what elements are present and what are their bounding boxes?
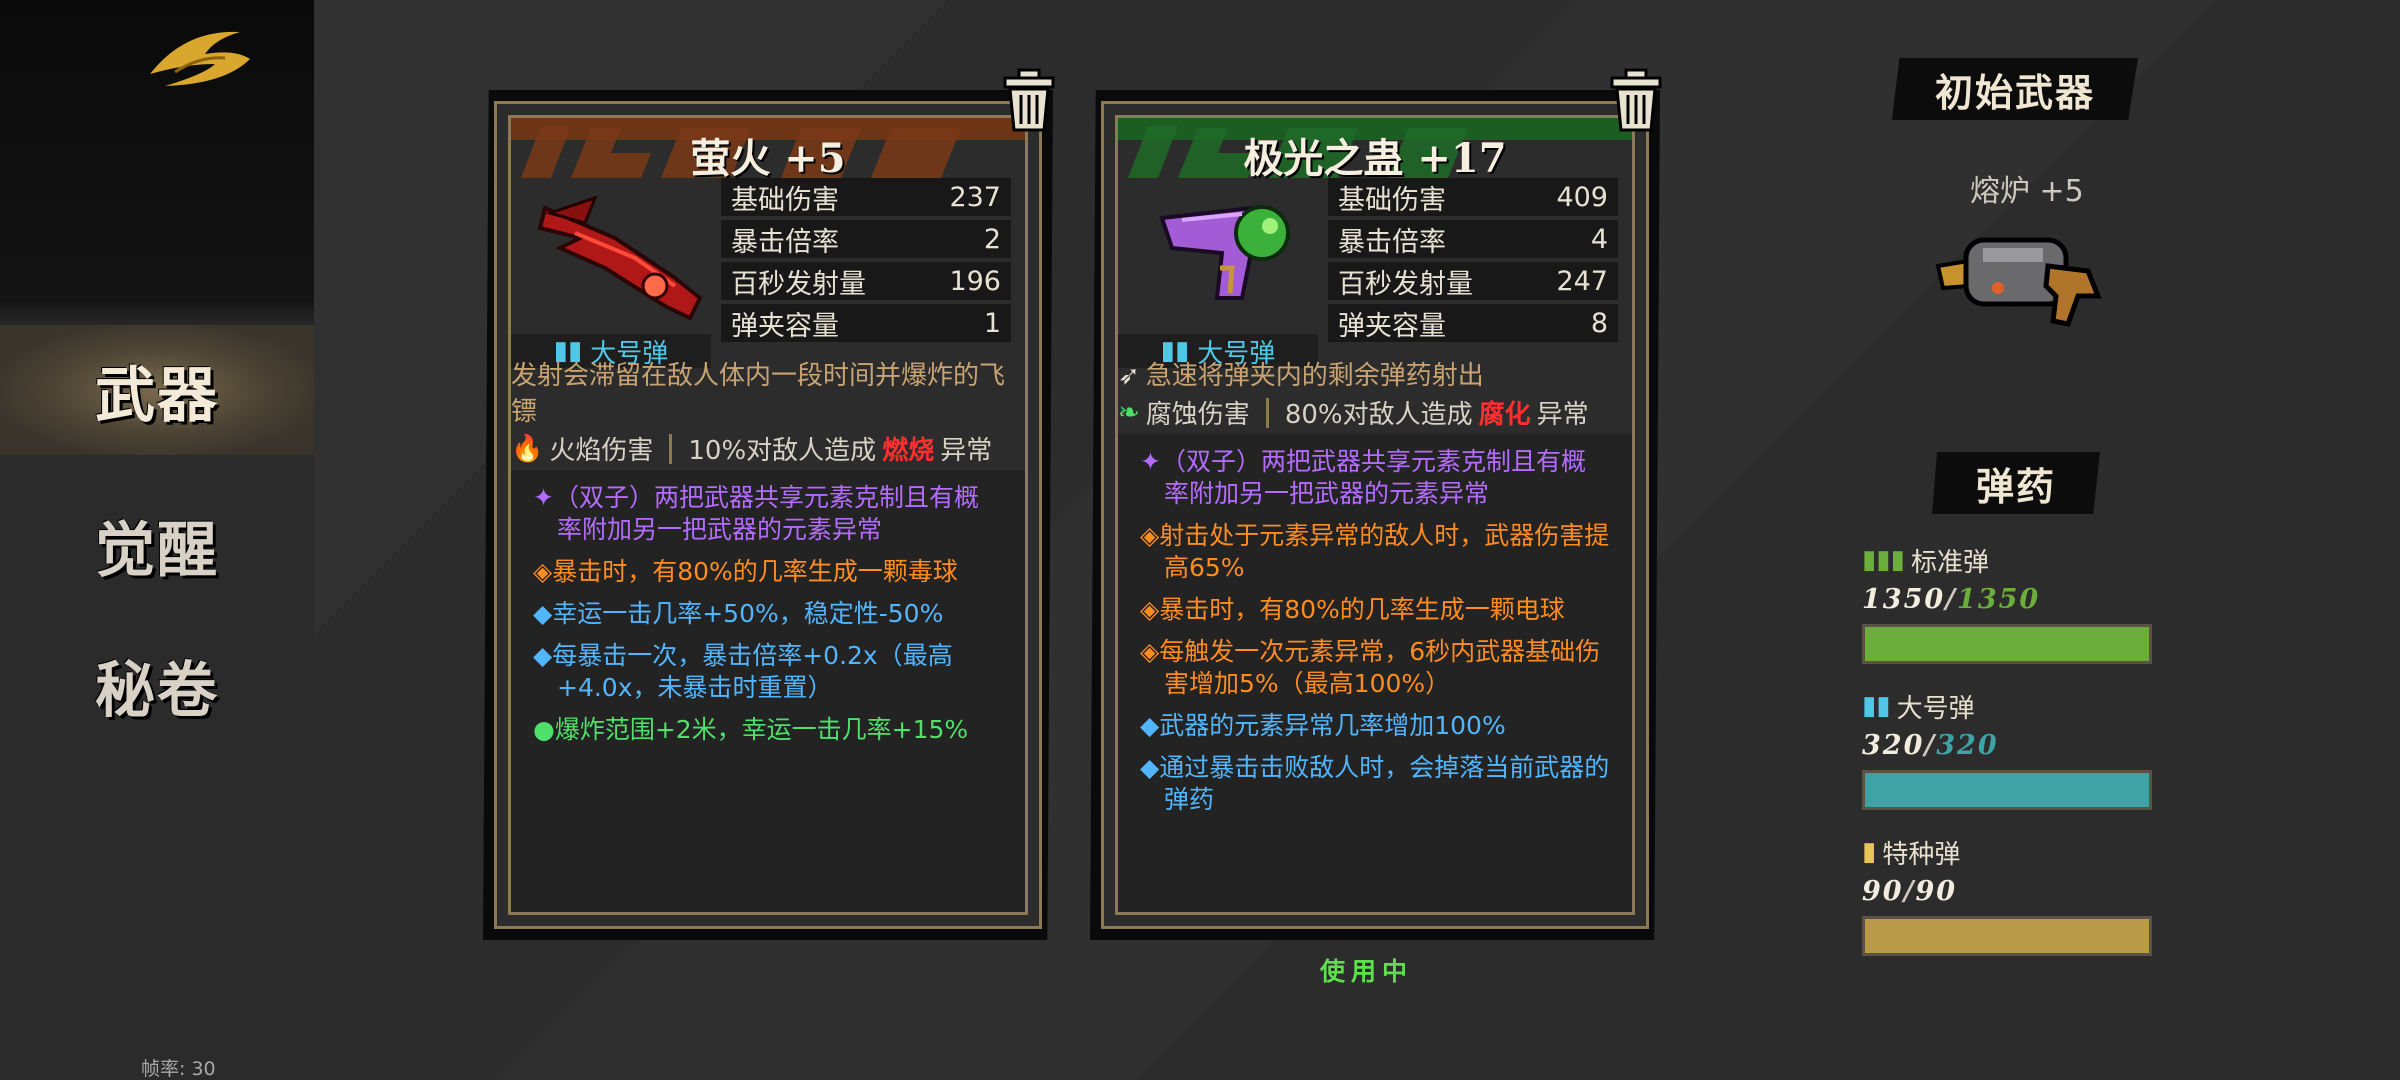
- standard-ammo-icon: ▮▮▮: [1862, 545, 1905, 575]
- nav-item-awakening[interactable]: 觉醒: [0, 480, 314, 610]
- furnace-weapon-icon[interactable]: [1928, 226, 2108, 336]
- card-header: 极光之蛊 +17: [1118, 118, 1632, 184]
- effects-list: ✦（双子）两把武器共享元素克制且有概率附加另一把武器的元素异常 ◈射击处于元素异…: [1118, 434, 1632, 912]
- ammo-bar-fill: [1865, 773, 2149, 807]
- card-frame: 极光之蛊 +17 ▮▮ 大号弹 基础伤害 409 暴击倍率 4 百秒发射量 247 弹…: [1090, 90, 1660, 940]
- effect-item: ◆武器的元素异常几率增加100%: [1140, 711, 1506, 740]
- status-suffix: 异常: [1536, 400, 1589, 430]
- fps-counter: 帧率: 30: [141, 1058, 216, 1080]
- weapon-description: 发射会滞留在敌人体内一段时间并爆炸的飞镖: [511, 361, 1006, 427]
- nav-label-weapons: 武器: [95, 360, 219, 431]
- stat-row: 基础伤害 409: [1328, 178, 1618, 216]
- damage-type: 火焰伤害: [549, 436, 654, 466]
- nav-label-awakening: 觉醒: [95, 515, 219, 586]
- starting-weapon-name: 熔炉 +5: [1970, 174, 2084, 209]
- stats-table: 基础伤害 237 暴击倍率 2 百秒发射量 196 弹夹容量 1: [721, 178, 1011, 346]
- ammo-name: 特种弹: [1882, 839, 1961, 870]
- weapon-card-1[interactable]: 萤火 +5 ▮▮ 大号弹 基础伤害 237 暴击倍率 2 百秒发射量 196 弹夹容量…: [483, 68, 1055, 940]
- ammo-count: 1350/1350: [1862, 584, 2041, 615]
- ammo-count: 320/320: [1862, 730, 1999, 761]
- rapid-fire-icon: ➶: [1118, 361, 1140, 391]
- effect-item: ◈每触发一次元素异常，6秒内武器基础伤害增加5%（最高100%）: [1140, 637, 1601, 698]
- weapon-description-row: ➶ 急速将弹夹内的剩余弹药射出: [1118, 358, 1628, 394]
- effect-item: ✦（双子）两把武器共享元素克制且有概率附加另一把武器的元素异常: [533, 483, 979, 544]
- special-ammo-icon: ▮: [1862, 837, 1877, 867]
- weapon-card-2[interactable]: 极光之蛊 +17 ▮▮ 大号弹 基础伤害 409 暴击倍率 4 百秒发射量 247 弹…: [1090, 68, 1662, 940]
- stats-table: 基础伤害 409 暴击倍率 4 百秒发射量 247 弹夹容量 8: [1328, 178, 1618, 346]
- fire-icon: 🔥: [511, 433, 544, 464]
- stat-row: 弹夹容量 1: [721, 304, 1011, 342]
- nav-item-scrolls[interactable]: 秘卷: [0, 620, 314, 750]
- stat-row: 基础伤害 237: [721, 178, 1011, 216]
- corrosion-icon: ❧: [1118, 397, 1140, 428]
- firefly-weapon-icon: [537, 195, 703, 321]
- ammo-heading: 弹药: [1932, 452, 2100, 514]
- in-use-label: 使用中: [1320, 957, 1414, 986]
- element-tags: ❧ 腐蚀伤害 80%对敌人造成 腐化 异常: [1118, 394, 1589, 431]
- sidebar: 武器 觉醒 秘卷 帧率: 30: [0, 0, 314, 1080]
- ammo-special: ▮ 特种弹 90/90: [1862, 832, 2152, 956]
- stat-row: 百秒发射量 196: [721, 262, 1011, 300]
- trash-icon[interactable]: [1608, 68, 1664, 132]
- stat-row: 暴击倍率 2: [721, 220, 1011, 258]
- ammo-name: 大号弹: [1896, 693, 1975, 724]
- effect-item: ◈射击处于元素异常的敌人时，武器伤害提高65%: [1140, 521, 1610, 582]
- effect-item: ◈暴击时，有80%的几率生成一颗毒球: [533, 557, 958, 586]
- ammo-bar: [1862, 770, 2152, 810]
- stat-row: 暴击倍率 4: [1328, 220, 1618, 258]
- stat-row: 百秒发射量 247: [1328, 262, 1618, 300]
- status-name: 燃烧: [882, 436, 935, 466]
- nav-label-scrolls: 秘卷: [95, 655, 219, 726]
- damage-type: 腐蚀伤害: [1145, 400, 1250, 430]
- effect-item: ◈暴击时，有80%的几率生成一颗电球: [1140, 595, 1565, 624]
- ammo-bar-fill: [1865, 627, 2149, 661]
- effect-item: ◆幸运一击几率+50%，稳定性-50%: [533, 599, 944, 628]
- starting-weapon-heading: 初始武器: [1892, 58, 2138, 120]
- ammo-count: 90/90: [1862, 876, 1958, 907]
- card-frame: 萤火 +5 ▮▮ 大号弹 基础伤害 237 暴击倍率 2 百秒发射量 196 弹夹容量…: [483, 90, 1053, 940]
- heavy-ammo-icon: ▮▮: [1862, 691, 1891, 721]
- effect-item: ◆通过暴击击败敌人时，会掉落当前武器的弹药: [1140, 753, 1610, 814]
- ammo-heavy: ▮▮ 大号弹 320/320: [1862, 686, 2152, 810]
- trash-icon[interactable]: [1001, 68, 1057, 132]
- aurora-gu-weapon-icon: [1159, 205, 1290, 300]
- effect-item: ◆每暴击一次，暴击倍率+0.2x（最高+4.0x，未暴击时重置）: [533, 641, 953, 702]
- weapon-description: 急速将弹夹内的剩余弹药射出: [1145, 361, 1484, 391]
- ammo-name: 标准弹: [1910, 547, 1989, 578]
- nav-item-weapons[interactable]: 武器: [0, 325, 314, 455]
- effects-list: ✦（双子）两把武器共享元素克制且有概率附加另一把武器的元素异常 ◈暴击时，有80…: [511, 470, 1025, 912]
- effect-item: ✦（双子）两把武器共享元素克制且有概率附加另一把武器的元素异常: [1140, 447, 1586, 508]
- logo-icon: [150, 31, 250, 86]
- weapon-title: 萤火 +5: [690, 135, 846, 182]
- ammo-bar: [1862, 624, 2152, 664]
- status-suffix: 异常: [940, 436, 993, 466]
- card-header: 萤火 +5: [511, 118, 1025, 184]
- weapon-title: 极光之蛊 +17: [1243, 135, 1507, 182]
- ammo-bar-fill: [1865, 919, 2149, 953]
- ammo-bar: [1862, 916, 2152, 956]
- stat-row: 弹夹容量 8: [1328, 304, 1618, 342]
- status-prefix: 80%对敌人造成: [1284, 400, 1473, 430]
- effect-item: ●爆炸范围+2米，幸运一击几率+15%: [533, 715, 969, 744]
- status-name: 腐化: [1478, 400, 1531, 430]
- ammo-standard: ▮▮▮ 标准弹 1350/1350: [1862, 540, 2152, 664]
- status-prefix: 10%对敌人造成: [688, 436, 877, 466]
- element-tags: 🔥 火焰伤害 10%对敌人造成 燃烧 异常: [511, 430, 992, 467]
